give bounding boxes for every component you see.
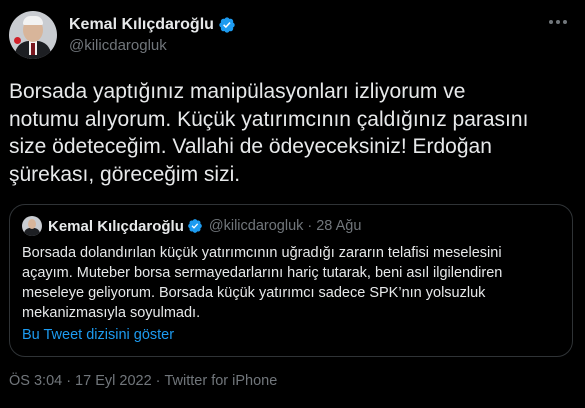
quoted-tweet-date: 28 Ağu xyxy=(316,218,362,234)
quoted-verified-badge-icon xyxy=(188,219,202,233)
quoted-separator: · xyxy=(307,218,313,234)
author-display-name[interactable]: Kemal Kılıçdaroğlu xyxy=(69,16,214,34)
meta-separator-2: · xyxy=(155,373,161,389)
show-thread-link[interactable]: Bu Tweet dizisini göster xyxy=(22,325,174,345)
meta-separator-1: · xyxy=(66,373,72,389)
tweet-source[interactable]: Twitter for iPhone xyxy=(164,373,277,389)
tweet-container: Kemal Kılıçdaroğlu @kilicdarogluk Borsad… xyxy=(0,0,585,408)
quoted-author-handle: @kilicdarogluk xyxy=(208,218,304,234)
tweet-time[interactable]: ÖS 3:04 xyxy=(9,373,62,389)
tweet-date[interactable]: 17 Eyl 2022 xyxy=(75,373,152,389)
more-options-icon[interactable] xyxy=(549,20,567,24)
author-avatar[interactable] xyxy=(9,11,57,59)
tweet-header: Kemal Kılıçdaroğlu @kilicdarogluk xyxy=(9,8,236,62)
quoted-tweet-text: Borsada dolandırılan küçük yatırımcının … xyxy=(22,245,503,321)
author-handle[interactable]: @kilicdarogluk xyxy=(69,37,236,54)
author-names: Kemal Kılıçdaroğlu @kilicdarogluk xyxy=(69,16,236,54)
quoted-author-avatar xyxy=(22,216,42,236)
tweet-meta: ÖS 3:04 · 17 Eyl 2022 · Twitter for iPho… xyxy=(9,373,277,389)
verified-badge-icon xyxy=(219,17,235,33)
tweet-text: Borsada yaptığınız manipülasyonları izli… xyxy=(9,80,529,186)
quoted-tweet-card[interactable]: Kemal Kılıçdaroğlu @kilicdarogluk · 28 A… xyxy=(9,204,573,357)
quoted-tweet-header: Kemal Kılıçdaroğlu @kilicdarogluk · 28 A… xyxy=(22,215,560,237)
quoted-author-display-name: Kemal Kılıçdaroğlu xyxy=(48,217,184,235)
